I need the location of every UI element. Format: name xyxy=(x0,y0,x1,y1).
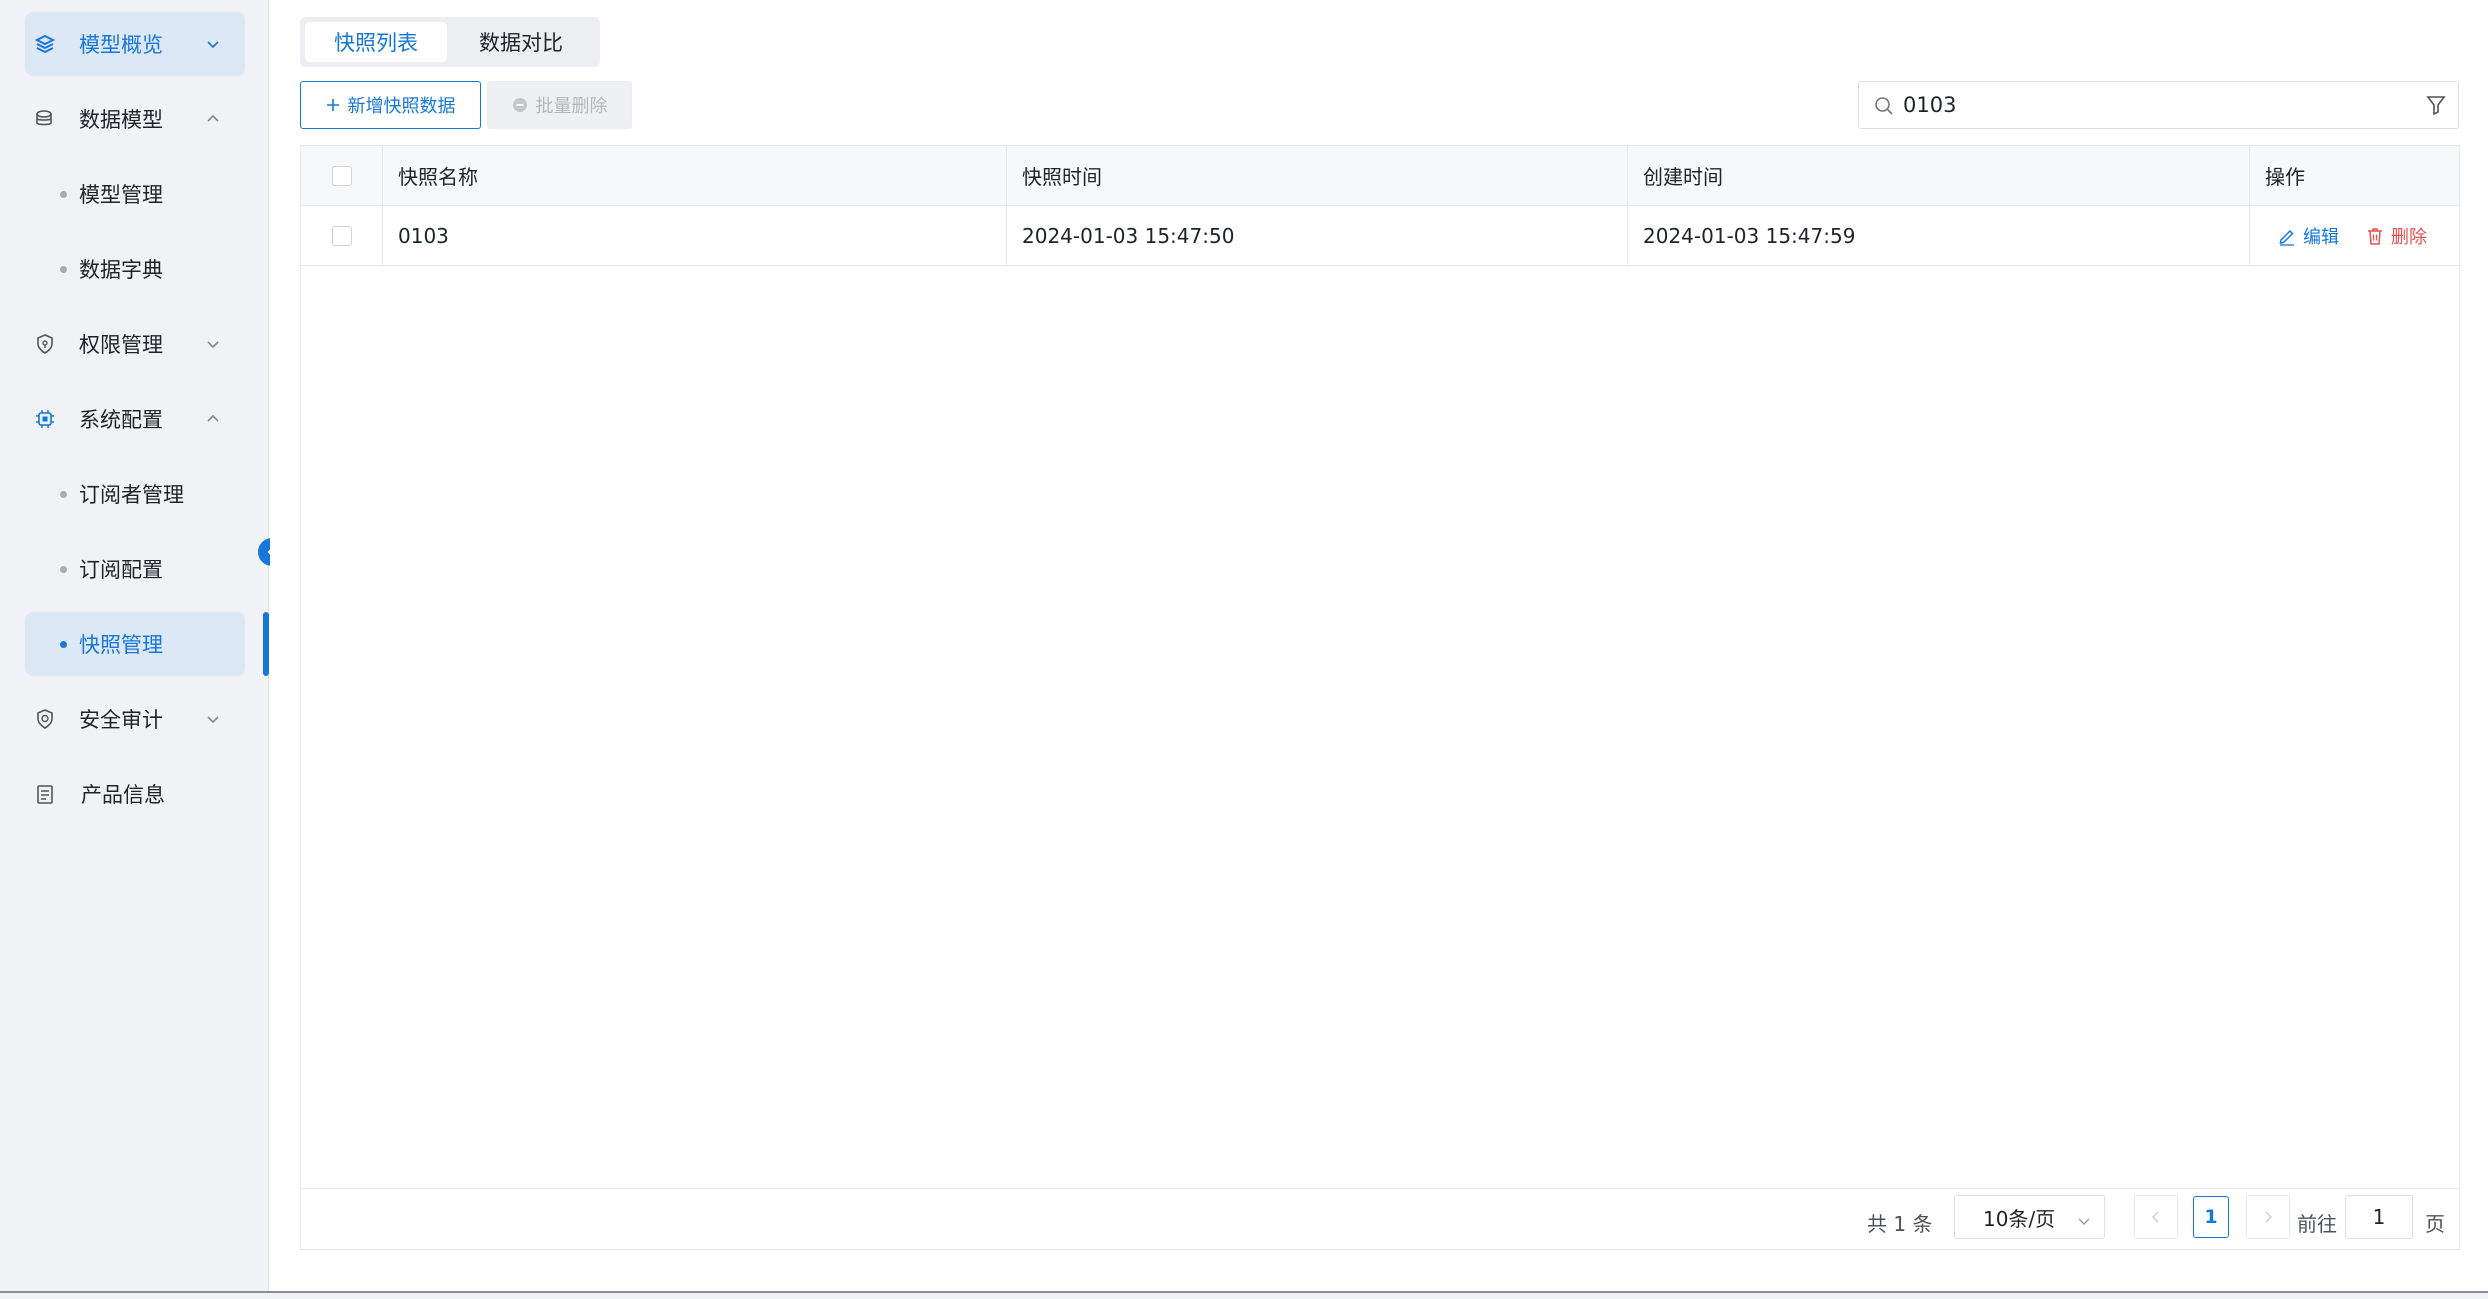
sidebar-item-label: 模型概览 xyxy=(79,33,163,57)
chevron-left-icon xyxy=(2152,1211,2159,1223)
batch-delete-button[interactable]: 批量删除 xyxy=(487,81,632,129)
cell-snapshot-time: 2024-01-03 15:47:50 xyxy=(1007,206,1628,265)
sidebar-item-label: 权限管理 xyxy=(79,333,163,357)
header-checkbox-cell xyxy=(301,146,383,205)
layers-icon xyxy=(33,32,57,56)
tab-data-compare[interactable]: 数据对比 xyxy=(450,22,592,62)
delete-button[interactable]: 删除 xyxy=(2365,223,2427,249)
sidebar-item-model-overview[interactable]: 模型概览 xyxy=(25,12,245,76)
active-indicator xyxy=(263,612,269,676)
shield-lock-icon xyxy=(33,332,57,356)
sidebar-item-label: 系统配置 xyxy=(79,408,163,432)
bullet-dot xyxy=(60,191,67,198)
search-icon xyxy=(1873,95,1895,121)
chip-icon xyxy=(33,407,57,431)
sidebar-item-product-info[interactable]: 产品信息 xyxy=(25,762,245,826)
page-size-select[interactable]: 10条/页 xyxy=(1954,1195,2105,1239)
database-icon xyxy=(33,107,57,131)
table-header-row: 快照名称 快照时间 创建时间 操作 xyxy=(301,146,2459,206)
page-number-current[interactable]: 1 xyxy=(2193,1196,2229,1238)
snapshot-table: 快照名称 快照时间 创建时间 操作 0103 2024-01-03 15:47:… xyxy=(300,145,2460,1250)
chevron-down-icon xyxy=(203,34,223,54)
edit-label: 编辑 xyxy=(2303,226,2339,248)
search-input[interactable] xyxy=(1903,88,2403,122)
sidebar-item-security-audit[interactable]: 安全审计 xyxy=(25,687,245,751)
sidebar-item-subscriber-management[interactable]: 订阅者管理 xyxy=(25,462,245,526)
batch-delete-label: 批量删除 xyxy=(535,96,608,116)
sidebar-item-label: 数据模型 xyxy=(79,108,163,132)
select-all-checkbox[interactable] xyxy=(331,165,352,186)
search-box xyxy=(1858,81,2459,129)
page-suffix: 页 xyxy=(2425,1212,2445,1236)
sidebar-item-snapshot-management[interactable]: 快照管理 xyxy=(25,612,245,676)
total-count: 共 1 条 xyxy=(1867,1212,1933,1236)
sidebar-item-data-dictionary[interactable]: 数据字典 xyxy=(25,237,245,301)
goto-page-input[interactable] xyxy=(2345,1195,2413,1239)
sidebar-item-label: 数据字典 xyxy=(79,258,163,282)
bullet-dot xyxy=(60,641,67,648)
chevron-up-icon xyxy=(203,109,223,129)
filter-icon[interactable] xyxy=(2425,94,2447,120)
header-snapshot-time: 快照时间 xyxy=(1007,146,1628,205)
pagination: 共 1 条 10条/页 1 前往 页 xyxy=(301,1189,2459,1249)
sidebar-item-label: 订阅配置 xyxy=(79,558,163,582)
minus-circle-icon xyxy=(512,98,527,112)
document-icon xyxy=(33,782,57,806)
sidebar-item-label: 快照管理 xyxy=(79,633,163,657)
window-bottom-border xyxy=(0,1291,2488,1299)
row-checkbox[interactable] xyxy=(331,225,352,246)
add-snapshot-label: 新增快照数据 xyxy=(347,96,456,116)
delete-label: 删除 xyxy=(2391,226,2427,248)
add-snapshot-button[interactable]: 新增快照数据 xyxy=(300,81,481,129)
edit-icon xyxy=(2279,229,2294,246)
chevron-down-icon xyxy=(203,334,223,354)
main-content: 快照列表 数据对比 新增快照数据 批量删除 快照名称 xyxy=(270,0,2488,1291)
chevron-down-icon xyxy=(2076,1210,2092,1234)
edit-button[interactable]: 编辑 xyxy=(2277,223,2339,249)
sidebar-item-label: 模型管理 xyxy=(79,183,163,207)
bullet-dot xyxy=(60,266,67,273)
header-actions: 操作 xyxy=(2265,165,2305,189)
sidebar-item-label: 产品信息 xyxy=(81,783,165,807)
trash-icon xyxy=(2368,227,2382,245)
app-root: 模型概览 数据模型 模型管理 数据字典 权限管理 系统配置 订阅者管理 订阅配置… xyxy=(0,0,2488,1299)
row-checkbox-cell xyxy=(301,206,383,265)
cell-created-time: 2024-01-03 15:47:59 xyxy=(1628,206,2250,265)
sidebar-item-model-management[interactable]: 模型管理 xyxy=(25,162,245,226)
prev-page-button[interactable] xyxy=(2134,1195,2178,1239)
sidebar-item-permissions[interactable]: 权限管理 xyxy=(25,312,245,376)
chevron-right-icon xyxy=(2265,1211,2272,1223)
page-size-value: 10条/页 xyxy=(1983,1206,2056,1231)
next-page-button[interactable] xyxy=(2246,1195,2290,1239)
goto-label: 前往 xyxy=(2297,1212,2337,1236)
sidebar-item-label: 安全审计 xyxy=(79,708,163,732)
sidebar-item-subscription-config[interactable]: 订阅配置 xyxy=(25,537,245,601)
tab-bar: 快照列表 数据对比 xyxy=(300,17,600,67)
bullet-dot xyxy=(60,491,67,498)
sidebar-item-data-model[interactable]: 数据模型 xyxy=(25,87,245,151)
sidebar-item-system-config[interactable]: 系统配置 xyxy=(25,387,245,451)
shield-check-icon xyxy=(33,707,57,731)
cell-actions: 编辑 删除 xyxy=(2250,206,2459,265)
sidebar: 模型概览 数据模型 模型管理 数据字典 权限管理 系统配置 订阅者管理 订阅配置… xyxy=(0,0,269,1291)
chevron-down-icon xyxy=(203,709,223,729)
cell-snapshot-name: 0103 xyxy=(383,206,1007,265)
tab-snapshot-list[interactable]: 快照列表 xyxy=(305,22,447,62)
table-row: 0103 2024-01-03 15:47:50 2024-01-03 15:4… xyxy=(301,206,2459,266)
header-created-time: 创建时间 xyxy=(1628,146,2250,205)
sidebar-item-label: 订阅者管理 xyxy=(79,483,184,507)
header-snapshot-name: 快照名称 xyxy=(383,146,1007,205)
chevron-up-icon xyxy=(203,409,223,429)
bullet-dot xyxy=(60,566,67,573)
plus-icon xyxy=(326,99,339,111)
